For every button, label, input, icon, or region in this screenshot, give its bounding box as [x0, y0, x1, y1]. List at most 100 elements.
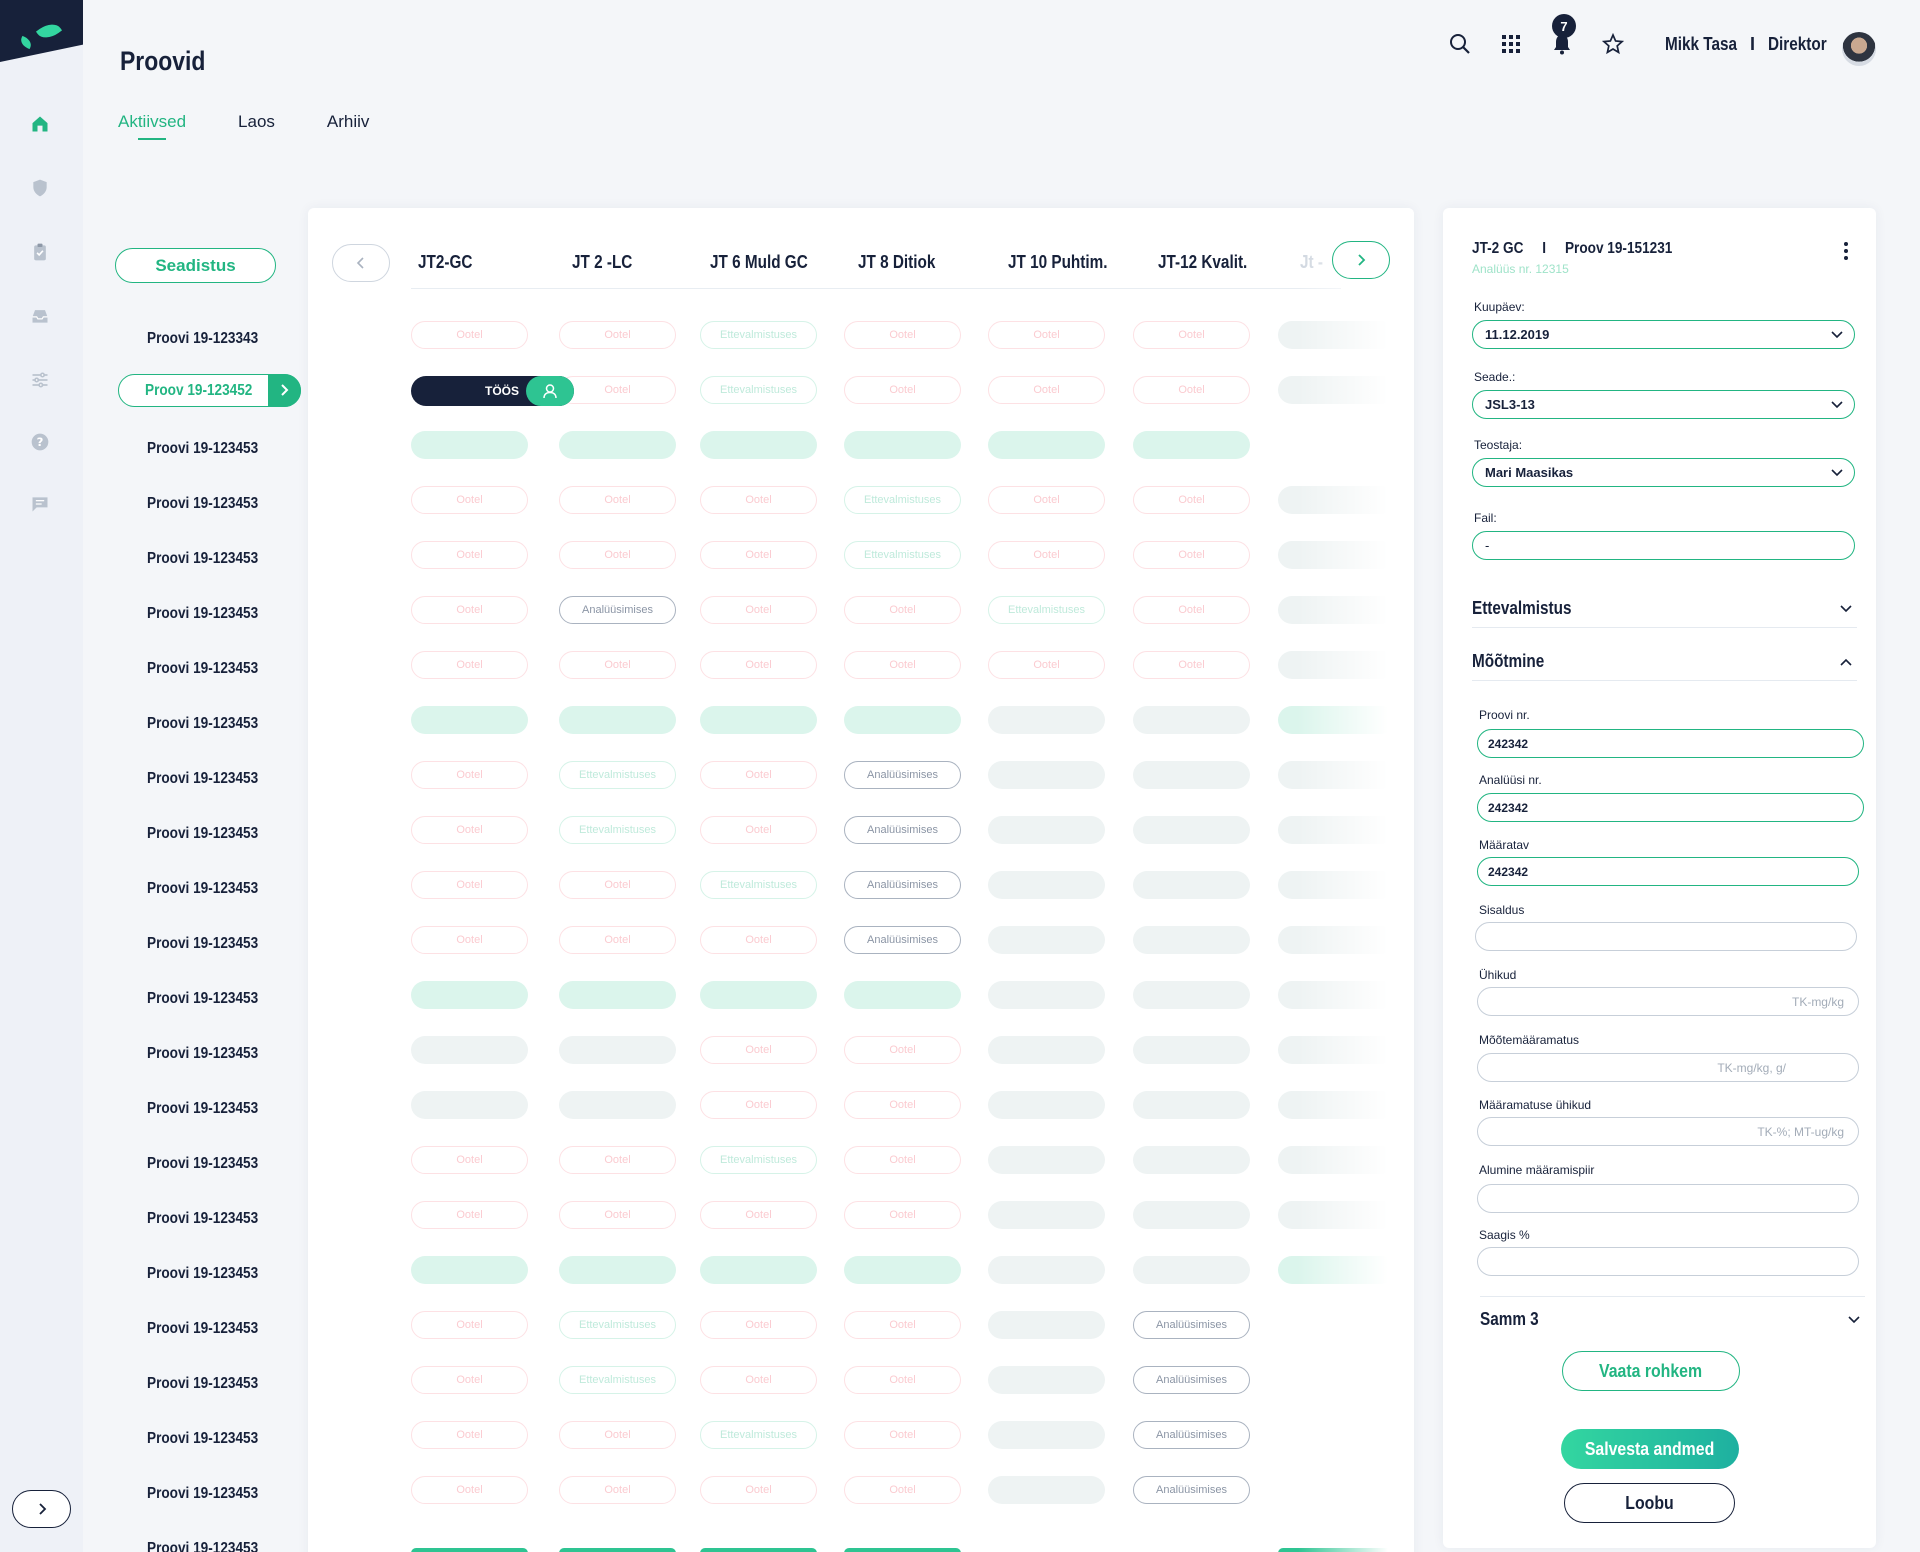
status-pill-green[interactable] — [1133, 431, 1250, 459]
status-pill-ootel[interactable]: Ootel — [411, 1311, 528, 1339]
status-pill-green[interactable] — [411, 431, 528, 459]
tab-laos[interactable]: Laos — [238, 112, 275, 140]
status-pill-ootel[interactable]: Ootel — [844, 1201, 961, 1229]
status-pill-ootel[interactable]: Ootel — [700, 1476, 817, 1504]
status-pill-ootel[interactable]: Ootel — [988, 321, 1105, 349]
status-pill-grey[interactable] — [988, 1256, 1105, 1284]
status-pill-grey[interactable] — [988, 1421, 1105, 1449]
sample-item[interactable]: Proovi 19-123453 — [147, 880, 258, 898]
status-pill-grey[interactable] — [1278, 871, 1395, 899]
status-pill-ootel[interactable]: Ootel — [844, 1311, 961, 1339]
status-pill-grey[interactable] — [1133, 1091, 1250, 1119]
status-pill-ootel[interactable]: Ootel — [559, 1476, 676, 1504]
user-name[interactable]: Mikk Tasa — [1665, 34, 1737, 55]
sample-item[interactable]: Proovi 19-123453 — [147, 1155, 258, 1173]
status-pill-grey[interactable] — [1278, 541, 1395, 569]
status-pill-grey[interactable] — [988, 1476, 1105, 1504]
status-pill-grey[interactable] — [1278, 596, 1395, 624]
status-pill-grey[interactable] — [988, 1091, 1105, 1119]
column-header[interactable]: JT2-GC — [418, 252, 472, 273]
status-pill-ette[interactable]: Ettevalmistuses — [559, 761, 676, 789]
device-select[interactable]: JSL3-13 — [1472, 390, 1855, 419]
sample-item[interactable]: Proovi 19-123453 — [147, 1210, 258, 1228]
status-pill-ootel[interactable]: Ootel — [1133, 596, 1250, 624]
analysis-no-input[interactable]: 242342 — [1477, 793, 1864, 822]
status-pill-green[interactable] — [411, 706, 528, 734]
status-pill-grey[interactable] — [411, 1036, 528, 1064]
status-pill-ootel[interactable]: Ootel — [1133, 376, 1250, 404]
bell-icon[interactable]: 7 — [1550, 14, 1576, 56]
status-pill-grey[interactable] — [559, 1036, 676, 1064]
sample-item[interactable]: Proovi 19-123453 — [147, 1265, 258, 1283]
status-pill-ootel[interactable]: Ootel — [700, 1036, 817, 1064]
status-pill-ette[interactable]: Ettevalmistuses — [559, 1366, 676, 1394]
status-pill-grey[interactable] — [1278, 486, 1395, 514]
status-pill-grey[interactable] — [1278, 1091, 1395, 1119]
status-pill-ootel[interactable]: Ootel — [411, 1476, 528, 1504]
section-samm3[interactable]: Samm 3 — [1480, 1296, 1865, 1338]
app-logo[interactable] — [0, 0, 83, 62]
sample-item[interactable]: Proovi 19-123453 — [147, 935, 258, 953]
clipboard-icon[interactable] — [28, 240, 52, 264]
status-pill-ootel[interactable]: Ootel — [844, 1421, 961, 1449]
status-pill-ootel[interactable]: Ootel — [559, 926, 676, 954]
status-pill-ootel[interactable]: Ootel — [411, 761, 528, 789]
performer-select[interactable]: Mari Maasikas — [1472, 458, 1855, 487]
status-pill-grey[interactable] — [1278, 816, 1395, 844]
status-pill-green[interactable] — [1278, 706, 1395, 734]
sample-item-active[interactable]: Proov 19-123452 — [118, 373, 301, 407]
status-pill-grey[interactable] — [988, 1036, 1105, 1064]
status-pill-anal[interactable]: Analüüsimises — [1133, 1311, 1250, 1339]
status-pill-grey[interactable] — [1133, 871, 1250, 899]
status-pill-ootel[interactable]: Ootel — [411, 1366, 528, 1394]
status-pill-ootel[interactable]: Ootel — [988, 651, 1105, 679]
status-pill-green[interactable] — [844, 431, 961, 459]
status-pill-green[interactable] — [559, 706, 676, 734]
status-pill-green[interactable] — [700, 706, 817, 734]
star-icon[interactable] — [1601, 32, 1625, 56]
status-pill-grey[interactable] — [1133, 761, 1250, 789]
status-pill-ootel[interactable]: Ootel — [411, 541, 528, 569]
status-pill-grey[interactable] — [1133, 926, 1250, 954]
status-pill-anal[interactable]: Analüüsimises — [1133, 1476, 1250, 1504]
status-pill-ootel[interactable]: Ootel — [700, 1201, 817, 1229]
status-pill-ootel[interactable]: Ootel — [700, 1311, 817, 1339]
status-pill-grey[interactable] — [988, 871, 1105, 899]
status-pill-ootel[interactable]: Ootel — [411, 1146, 528, 1174]
status-pill-ootel[interactable]: Ootel — [559, 376, 676, 404]
file-field[interactable]: - — [1472, 531, 1855, 560]
status-pill-green[interactable] — [1278, 1256, 1395, 1284]
status-pill-green[interactable] — [700, 431, 817, 459]
status-pill-green[interactable] — [988, 431, 1105, 459]
status-pill-ootel[interactable]: Ootel — [844, 1476, 961, 1504]
tab-aktiivsed[interactable]: Aktiivsed — [118, 112, 186, 140]
status-pill-grey[interactable] — [1133, 1146, 1250, 1174]
status-pill-grey[interactable] — [1133, 1256, 1250, 1284]
status-pill-ootel[interactable]: Ootel — [844, 596, 961, 624]
status-pill-ette[interactable]: Ettevalmistuses — [700, 871, 817, 899]
status-pill-grey[interactable] — [988, 1366, 1105, 1394]
status-pill-grey[interactable] — [1278, 651, 1395, 679]
save-button[interactable]: Salvesta andmed — [1561, 1429, 1739, 1469]
sample-item[interactable]: Proovi 19-123453 — [147, 1485, 258, 1503]
lower-limit-input[interactable] — [1477, 1184, 1859, 1213]
status-pill-grey[interactable] — [1278, 376, 1395, 404]
status-pill-ette[interactable]: Ettevalmistuses — [700, 321, 817, 349]
status-pill-green[interactable] — [411, 981, 528, 1009]
status-pill-green[interactable] — [844, 981, 961, 1009]
status-pill-ootel[interactable]: Ootel — [559, 1421, 676, 1449]
status-pill-ootel[interactable]: Ootel — [844, 1091, 961, 1119]
status-pill-grey[interactable] — [1278, 926, 1395, 954]
status-pill-grey[interactable] — [988, 1146, 1105, 1174]
status-pill-ootel[interactable]: Ootel — [559, 1201, 676, 1229]
status-pill-ootel[interactable]: Ootel — [700, 651, 817, 679]
column-header[interactable]: JT-12 Kvalit. — [1158, 252, 1247, 273]
yield-input[interactable] — [1477, 1247, 1859, 1276]
status-pill-ootel[interactable]: Ootel — [559, 486, 676, 514]
sample-no-input[interactable]: 242342 — [1477, 729, 1864, 758]
status-pill-ootel[interactable]: Ootel — [844, 1366, 961, 1394]
status-pill-ootel[interactable]: Ootel — [411, 926, 528, 954]
sample-item[interactable]: Proovi 19-123453 — [147, 825, 258, 843]
sample-item[interactable]: Proovi 19-123453 — [147, 1375, 258, 1393]
in-progress-pill[interactable]: TÖÖS — [411, 376, 574, 406]
